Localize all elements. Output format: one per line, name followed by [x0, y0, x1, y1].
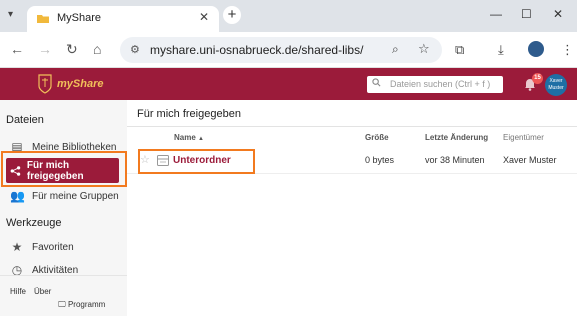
help-link[interactable]: Hilfe: [10, 287, 26, 296]
group-icon: 👥: [10, 189, 25, 203]
monitor-icon: 🖵: [58, 300, 66, 309]
column-header-modified[interactable]: Letzte Änderung: [425, 133, 488, 142]
close-window-icon[interactable]: ✕: [553, 7, 563, 21]
myshare-logo[interactable]: myShare: [38, 74, 103, 94]
client-link[interactable]: 🖵 Programm: [58, 300, 105, 310]
reload-icon[interactable]: ↻: [66, 41, 78, 58]
download-icon[interactable]: ⤓: [498, 42, 504, 58]
zoom-icon[interactable]: ⌕: [392, 42, 399, 57]
browser-tab[interactable]: MyShare ✕: [27, 6, 219, 32]
divider: [127, 126, 577, 127]
notification-count-badge: 15: [532, 73, 543, 84]
highlight-box: [1, 151, 127, 187]
main-content: Für mich freigegeben Name ▲ Größe Letzte…: [127, 100, 577, 316]
modified-cell: vor 38 Minuten: [425, 155, 485, 165]
owner-cell: Xaver Muster: [503, 155, 557, 165]
sidebar-heading-files: Dateien: [6, 114, 44, 126]
about-link[interactable]: Über: [34, 287, 51, 296]
star-icon: ★: [11, 240, 23, 254]
column-header-owner: Eigentümer: [503, 133, 544, 142]
myshare-favicon-icon: [37, 15, 49, 23]
tab-close-icon[interactable]: ✕: [199, 10, 209, 24]
logo-text: myShare: [57, 78, 104, 90]
sidebar-item-my-groups[interactable]: 👥 Für meine Gruppen: [10, 189, 119, 203]
search-icon: [372, 78, 381, 87]
address-bar[interactable]: ⚙ myshare.uni-osnabrueck.de/shared-libs/…: [120, 37, 442, 63]
client-link-label: Programm: [67, 300, 106, 309]
sidebar-item-label: Aktivitäten: [32, 264, 79, 276]
profile-avatar-icon[interactable]: [528, 41, 544, 57]
extensions-icon[interactable]: ⧉: [455, 42, 464, 58]
bookmark-star-icon[interactable]: ☆: [418, 41, 430, 57]
sort-asc-icon: ▲: [198, 136, 204, 142]
sidebar-footer: Hilfe Über 🖵 Programm: [0, 275, 127, 316]
browser-tab-bar: ▾ MyShare ✕ + — ☐ ✕: [0, 0, 577, 32]
sidebar-heading-tools: Werkzeuge: [6, 217, 62, 229]
tab-list-icon[interactable]: ▾: [8, 9, 13, 20]
maximize-icon[interactable]: ☐: [521, 7, 532, 21]
size-cell: 0 bytes: [365, 155, 395, 165]
new-tab-button[interactable]: +: [223, 6, 241, 24]
user-avatar[interactable]: Xaver Muster: [545, 74, 567, 96]
home-icon[interactable]: ⌂: [93, 41, 101, 57]
highlight-box: [138, 149, 255, 174]
app-header: myShare Dateien suchen (Ctrl + f ) 15 Xa…: [0, 68, 577, 100]
column-header-size[interactable]: Größe: [365, 133, 389, 142]
university-crest-icon: [38, 74, 52, 94]
minimize-icon[interactable]: —: [490, 7, 502, 21]
sidebar-item-label: Favoriten: [32, 241, 74, 253]
forward-icon[interactable]: →: [38, 41, 52, 57]
tab-title: MyShare: [57, 12, 102, 24]
menu-more-icon[interactable]: ⋮: [561, 42, 574, 58]
sidebar-item-favorites[interactable]: ★ Favoriten: [10, 240, 74, 254]
column-header-name[interactable]: Name ▲: [174, 133, 204, 142]
search-placeholder: Dateien suchen (Ctrl + f ): [390, 79, 491, 89]
page-title: Für mich freigegeben: [137, 108, 241, 120]
sidebar-item-label: Für meine Gruppen: [32, 190, 119, 202]
file-search-input[interactable]: Dateien suchen (Ctrl + f ): [367, 76, 503, 93]
back-icon[interactable]: ←: [10, 41, 24, 57]
url-text[interactable]: myshare.uni-osnabrueck.de/shared-libs/: [150, 43, 363, 57]
browser-toolbar: ← → ↻ ⌂ ⚙ myshare.uni-osnabrueck.de/shar…: [0, 32, 577, 68]
site-info-icon[interactable]: ⚙: [130, 43, 140, 56]
column-header-name-label: Name: [174, 133, 196, 142]
